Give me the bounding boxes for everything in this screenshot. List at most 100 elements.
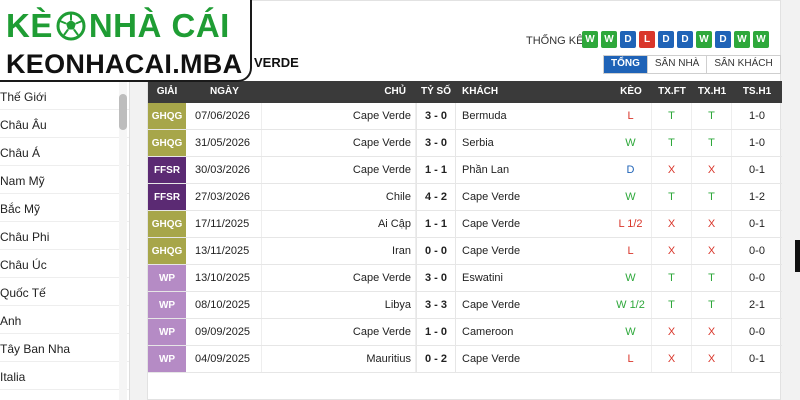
table-row[interactable]: GHQG 13/11/2025 Iran 0 - 0 Cape Verde L X X 0-0 — [148, 238, 782, 265]
col-keo[interactable]: KÈO — [610, 81, 652, 103]
cell-league[interactable]: GHQG — [148, 211, 186, 237]
sidebar-item[interactable]: Quốc Tế — [0, 278, 129, 306]
cell-league[interactable]: GHQG — [148, 103, 186, 129]
sidebar-item[interactable]: Bắc Mỹ — [0, 194, 129, 222]
cell-txh1: T — [692, 265, 732, 291]
cell-home-team[interactable]: Cape Verde — [262, 319, 416, 345]
cell-league[interactable]: FFSR — [148, 157, 186, 183]
table-row[interactable]: GHQG 31/05/2026 Cape Verde 3 - 0 Serbia W T T 1-… — [148, 130, 782, 157]
cell-tsh1: 0-1 — [749, 164, 765, 176]
cell-away-team[interactable]: Cape Verde — [456, 292, 610, 318]
table-body: GHQG 07/06/2026 Cape Verde 3 - 0 Bermuda L T T 1… — [148, 103, 782, 373]
cell-date: 17/11/2025 — [186, 211, 262, 237]
table-row[interactable]: WP 04/09/2025 Mauritius 0 - 2 Cape Verde L X X 0… — [148, 346, 782, 373]
logo-wordmark: KÈ NHÀ CÁI — [6, 8, 250, 44]
sidebar-item[interactable]: Tây Ban Nha — [0, 334, 129, 362]
cell-date: 08/10/2025 — [186, 292, 262, 318]
cell-away-team[interactable]: Cape Verde — [456, 184, 610, 210]
site-logo[interactable]: KÈ NHÀ CÁI KEONHACAI.MBA — [0, 0, 252, 82]
col-txh1[interactable]: TX.H1 — [692, 81, 732, 103]
col-date[interactable]: NGÀY — [186, 81, 262, 103]
sidebar-item[interactable]: Thế Giới — [0, 82, 129, 110]
col-txft[interactable]: TX.FT — [652, 81, 692, 103]
table-row[interactable]: WP 09/09/2025 Cape Verde 1 - 0 Cameroon W X X 0-… — [148, 319, 782, 346]
cell-away-team[interactable]: Cape Verde — [456, 211, 610, 237]
cell-away-team[interactable]: Serbia — [456, 130, 610, 156]
cell-tsh1: 0-0 — [749, 326, 765, 338]
sidebar-list: Thế Giới Châu Âu Châu Á Nam Mỹ Bắc Mỹ Châu Ph… — [0, 82, 129, 390]
cell-home-team[interactable]: Ai Cập — [262, 211, 416, 237]
cell-home-team[interactable]: Cape Verde — [262, 103, 416, 129]
form-badge: W — [734, 31, 750, 48]
cell-away-team[interactable]: Bermuda — [456, 103, 610, 129]
cell-league[interactable]: GHQG — [148, 130, 186, 156]
cell-away-team[interactable]: Cameroon — [456, 319, 610, 345]
form-badge: D — [677, 31, 693, 48]
cell-tsh1: 2-1 — [749, 299, 765, 311]
tab-away[interactable]: SÂN KHÁCH — [706, 56, 780, 73]
cell-league[interactable]: WP — [148, 346, 186, 372]
table-row[interactable]: WP 13/10/2025 Cape Verde 3 - 0 Eswatini W T T 0-… — [148, 265, 782, 292]
sidebar-item[interactable]: Nam Mỹ — [0, 166, 129, 194]
form-badge: L — [639, 31, 655, 48]
logo-text-part1: KÈ — [6, 7, 53, 44]
table-row[interactable]: GHQG 17/11/2025 Ai Cập 1 - 1 Cape Verde L 1/2… — [148, 211, 782, 238]
cell-tsh1: 0-1 — [749, 218, 765, 230]
cell-away-team[interactable]: Cape Verde — [456, 346, 610, 372]
table-header: GIẢI NGÀY CHỦ TỶ SỐ KHÁCH KÈO TX.FT TX.H… — [148, 81, 782, 103]
sidebar-item[interactable]: Châu Âu — [0, 110, 129, 138]
table-row[interactable]: FFSR 27/03/2026 Chile 4 - 2 Cape Verde W T T 1-2 — [148, 184, 782, 211]
tab-home[interactable]: SÂN NHÀ — [646, 56, 707, 73]
cell-tsh1: 0-0 — [749, 245, 765, 257]
cell-home-team[interactable]: Cape Verde — [262, 157, 416, 183]
cell-txh1: T — [692, 184, 732, 210]
sidebar-item[interactable]: Châu Úc — [0, 250, 129, 278]
cell-date: 09/09/2025 — [186, 319, 262, 345]
col-league[interactable]: GIẢI — [148, 81, 186, 103]
cell-keo: W 1/2 — [610, 292, 652, 318]
match-table: GIẢI NGÀY CHỦ TỶ SỐ KHÁCH KÈO TX.FT TX.H… — [148, 81, 782, 373]
cell-league[interactable]: FFSR — [148, 184, 186, 210]
cell-txh1: X — [692, 319, 732, 345]
cell-score: 1 - 1 — [416, 211, 456, 237]
cell-keo: W — [610, 319, 652, 345]
cell-league[interactable]: WP — [148, 319, 186, 345]
sidebar-scrollbar-thumb[interactable] — [119, 94, 127, 130]
table-row[interactable]: FFSR 30/03/2026 Cape Verde 1 - 1 Phần Lan D X X… — [148, 157, 782, 184]
stats-label: THỐNG KÊ — [526, 35, 584, 47]
col-home[interactable]: CHỦ — [262, 81, 416, 103]
cell-txft: X — [652, 319, 692, 345]
table-row[interactable]: GHQG 07/06/2026 Cape Verde 3 - 0 Bermuda L T T 1… — [148, 103, 782, 130]
cell-txft: X — [652, 211, 692, 237]
venue-tabs: TỔNG SÂN NHÀ SÂN KHÁCH — [603, 55, 781, 74]
cell-keo: L — [610, 346, 652, 372]
cell-home-team[interactable]: Chile — [262, 184, 416, 210]
cell-home-team[interactable]: Mauritius — [262, 346, 416, 372]
cell-away-team[interactable]: Eswatini — [456, 265, 610, 291]
col-tsh1[interactable]: TS.H1 — [732, 81, 782, 103]
sidebar-item[interactable]: Anh — [0, 306, 129, 334]
cell-home-team[interactable]: Cape Verde — [262, 265, 416, 291]
cell-home-team[interactable]: Iran — [262, 238, 416, 264]
cell-away-team[interactable]: Cape Verde — [456, 238, 610, 264]
sidebar-item[interactable]: Châu Á — [0, 138, 129, 166]
sidebar-item[interactable]: Italia — [0, 362, 129, 390]
cell-txh1: T — [692, 130, 732, 156]
cell-date: 30/03/2026 — [186, 157, 262, 183]
cell-date: 07/06/2026 — [186, 103, 262, 129]
page-edge-handle[interactable] — [795, 240, 800, 272]
cell-home-team[interactable]: Libya — [262, 292, 416, 318]
cell-date: 31/05/2026 — [186, 130, 262, 156]
table-row[interactable]: WP 08/10/2025 Libya 3 - 3 Cape Verde W 1/2 T T 2… — [148, 292, 782, 319]
cell-score: 0 - 0 — [416, 238, 456, 264]
tab-total[interactable]: TỔNG — [604, 56, 647, 73]
cell-score: 0 - 2 — [416, 346, 456, 372]
cell-league[interactable]: GHQG — [148, 238, 186, 264]
sidebar-item[interactable]: Châu Phi — [0, 222, 129, 250]
cell-league[interactable]: WP — [148, 265, 186, 291]
col-score[interactable]: TỶ SỐ — [416, 81, 456, 103]
cell-home-team[interactable]: Cape Verde — [262, 130, 416, 156]
cell-league[interactable]: WP — [148, 292, 186, 318]
cell-away-team[interactable]: Phần Lan — [456, 157, 610, 183]
col-away[interactable]: KHÁCH — [456, 81, 610, 103]
